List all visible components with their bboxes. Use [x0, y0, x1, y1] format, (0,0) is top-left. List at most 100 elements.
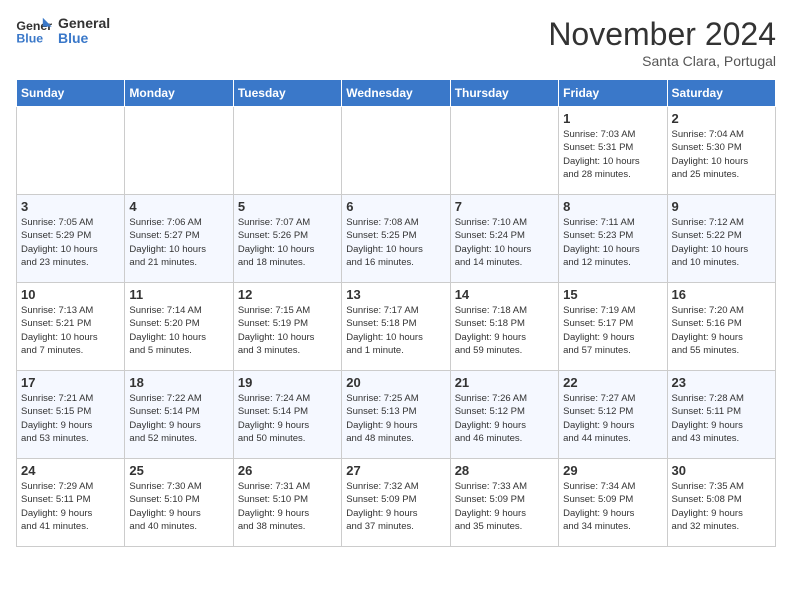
- day-number: 2: [672, 111, 771, 126]
- calendar-cell: [17, 107, 125, 195]
- day-info: Sunrise: 7:31 AM Sunset: 5:10 PM Dayligh…: [238, 480, 337, 533]
- weekday-header-sunday: Sunday: [17, 80, 125, 107]
- calendar-cell: 30 Sunrise: 7:35 AM Sunset: 5:08 PM Dayli…: [667, 459, 775, 547]
- day-info: Sunrise: 7:08 AM Sunset: 5:25 PM Dayligh…: [346, 216, 445, 269]
- day-info: Sunrise: 7:27 AM Sunset: 5:12 PM Dayligh…: [563, 392, 662, 445]
- day-info: Sunrise: 7:29 AM Sunset: 5:11 PM Dayligh…: [21, 480, 120, 533]
- day-number: 23: [672, 375, 771, 390]
- day-number: 19: [238, 375, 337, 390]
- calendar-cell: 4 Sunrise: 7:06 AM Sunset: 5:27 PM Daylig…: [125, 195, 233, 283]
- day-info: Sunrise: 7:21 AM Sunset: 5:15 PM Dayligh…: [21, 392, 120, 445]
- calendar-cell: 5 Sunrise: 7:07 AM Sunset: 5:26 PM Daylig…: [233, 195, 341, 283]
- calendar-cell: 3Sunrise: 7:05 AM Sunset: 5:29 PM Daylig…: [17, 195, 125, 283]
- day-number: 15: [563, 287, 662, 302]
- day-info: Sunrise: 7:14 AM Sunset: 5:20 PM Dayligh…: [129, 304, 228, 357]
- day-number: 8: [563, 199, 662, 214]
- calendar-cell: 1 Sunrise: 7:03 AM Sunset: 5:31 PM Daylig…: [559, 107, 667, 195]
- day-info: Sunrise: 7:30 AM Sunset: 5:10 PM Dayligh…: [129, 480, 228, 533]
- weekday-header-row: SundayMondayTuesdayWednesdayThursdayFrid…: [17, 80, 776, 107]
- calendar-cell: 13Sunrise: 7:17 AM Sunset: 5:18 PM Dayli…: [342, 283, 450, 371]
- calendar-cell: 17Sunrise: 7:21 AM Sunset: 5:15 PM Dayli…: [17, 371, 125, 459]
- calendar-cell: 16Sunrise: 7:20 AM Sunset: 5:16 PM Dayli…: [667, 283, 775, 371]
- day-info: Sunrise: 7:24 AM Sunset: 5:14 PM Dayligh…: [238, 392, 337, 445]
- calendar-table: SundayMondayTuesdayWednesdayThursdayFrid…: [16, 79, 776, 547]
- day-number: 11: [129, 287, 228, 302]
- calendar-cell: 28 Sunrise: 7:33 AM Sunset: 5:09 PM Dayli…: [450, 459, 558, 547]
- day-info: Sunrise: 7:06 AM Sunset: 5:27 PM Dayligh…: [129, 216, 228, 269]
- week-row-2: 3Sunrise: 7:05 AM Sunset: 5:29 PM Daylig…: [17, 195, 776, 283]
- day-info: Sunrise: 7:10 AM Sunset: 5:24 PM Dayligh…: [455, 216, 554, 269]
- calendar-cell: 27 Sunrise: 7:32 AM Sunset: 5:09 PM Dayli…: [342, 459, 450, 547]
- calendar-cell: 7Sunrise: 7:10 AM Sunset: 5:24 PM Daylig…: [450, 195, 558, 283]
- weekday-header-wednesday: Wednesday: [342, 80, 450, 107]
- week-row-4: 17Sunrise: 7:21 AM Sunset: 5:15 PM Dayli…: [17, 371, 776, 459]
- week-row-5: 24 Sunrise: 7:29 AM Sunset: 5:11 PM Dayli…: [17, 459, 776, 547]
- day-info: Sunrise: 7:13 AM Sunset: 5:21 PM Dayligh…: [21, 304, 120, 357]
- day-number: 28: [455, 463, 554, 478]
- day-info: Sunrise: 7:04 AM Sunset: 5:30 PM Dayligh…: [672, 128, 771, 181]
- month-title: November 2024: [548, 16, 776, 53]
- weekday-header-saturday: Saturday: [667, 80, 775, 107]
- calendar-cell: [342, 107, 450, 195]
- day-info: Sunrise: 7:19 AM Sunset: 5:17 PM Dayligh…: [563, 304, 662, 357]
- weekday-header-tuesday: Tuesday: [233, 80, 341, 107]
- day-info: Sunrise: 7:22 AM Sunset: 5:14 PM Dayligh…: [129, 392, 228, 445]
- calendar-cell: [125, 107, 233, 195]
- calendar-cell: 10 Sunrise: 7:13 AM Sunset: 5:21 PM Dayli…: [17, 283, 125, 371]
- calendar-cell: [233, 107, 341, 195]
- day-number: 29: [563, 463, 662, 478]
- calendar-cell: 26 Sunrise: 7:31 AM Sunset: 5:10 PM Dayli…: [233, 459, 341, 547]
- day-number: 9: [672, 199, 771, 214]
- day-number: 27: [346, 463, 445, 478]
- day-info: Sunrise: 7:35 AM Sunset: 5:08 PM Dayligh…: [672, 480, 771, 533]
- calendar-cell: 9 Sunrise: 7:12 AM Sunset: 5:22 PM Daylig…: [667, 195, 775, 283]
- weekday-header-thursday: Thursday: [450, 80, 558, 107]
- weekday-header-friday: Friday: [559, 80, 667, 107]
- day-number: 21: [455, 375, 554, 390]
- week-row-1: 1 Sunrise: 7:03 AM Sunset: 5:31 PM Daylig…: [17, 107, 776, 195]
- day-number: 10: [21, 287, 120, 302]
- title-block: November 2024 Santa Clara, Portugal: [548, 16, 776, 69]
- calendar-cell: 6Sunrise: 7:08 AM Sunset: 5:25 PM Daylig…: [342, 195, 450, 283]
- calendar-cell: 12Sunrise: 7:15 AM Sunset: 5:19 PM Dayli…: [233, 283, 341, 371]
- week-row-3: 10 Sunrise: 7:13 AM Sunset: 5:21 PM Dayli…: [17, 283, 776, 371]
- day-info: Sunrise: 7:15 AM Sunset: 5:19 PM Dayligh…: [238, 304, 337, 357]
- logo-icon: General Blue: [16, 16, 52, 46]
- day-info: Sunrise: 7:25 AM Sunset: 5:13 PM Dayligh…: [346, 392, 445, 445]
- calendar-body: 1 Sunrise: 7:03 AM Sunset: 5:31 PM Daylig…: [17, 107, 776, 547]
- calendar-cell: 19 Sunrise: 7:24 AM Sunset: 5:14 PM Dayli…: [233, 371, 341, 459]
- logo-line1: General: [58, 16, 110, 31]
- day-number: 25: [129, 463, 228, 478]
- calendar-cell: 23 Sunrise: 7:28 AM Sunset: 5:11 PM Dayli…: [667, 371, 775, 459]
- calendar-cell: 18 Sunrise: 7:22 AM Sunset: 5:14 PM Dayli…: [125, 371, 233, 459]
- day-info: Sunrise: 7:32 AM Sunset: 5:09 PM Dayligh…: [346, 480, 445, 533]
- day-number: 24: [21, 463, 120, 478]
- day-number: 1: [563, 111, 662, 126]
- weekday-header-monday: Monday: [125, 80, 233, 107]
- day-info: Sunrise: 7:07 AM Sunset: 5:26 PM Dayligh…: [238, 216, 337, 269]
- calendar-cell: 25 Sunrise: 7:30 AM Sunset: 5:10 PM Dayli…: [125, 459, 233, 547]
- day-info: Sunrise: 7:26 AM Sunset: 5:12 PM Dayligh…: [455, 392, 554, 445]
- logo-line2: Blue: [58, 31, 88, 46]
- day-number: 16: [672, 287, 771, 302]
- day-number: 4: [129, 199, 228, 214]
- day-number: 5: [238, 199, 337, 214]
- day-info: Sunrise: 7:12 AM Sunset: 5:22 PM Dayligh…: [672, 216, 771, 269]
- day-number: 26: [238, 463, 337, 478]
- day-number: 30: [672, 463, 771, 478]
- day-info: Sunrise: 7:18 AM Sunset: 5:18 PM Dayligh…: [455, 304, 554, 357]
- calendar-cell: 22Sunrise: 7:27 AM Sunset: 5:12 PM Dayli…: [559, 371, 667, 459]
- day-info: Sunrise: 7:03 AM Sunset: 5:31 PM Dayligh…: [563, 128, 662, 181]
- calendar-cell: 8 Sunrise: 7:11 AM Sunset: 5:23 PM Daylig…: [559, 195, 667, 283]
- day-number: 18: [129, 375, 228, 390]
- calendar-cell: 21 Sunrise: 7:26 AM Sunset: 5:12 PM Dayli…: [450, 371, 558, 459]
- page-header: General Blue General Blue November 2024 …: [16, 16, 776, 69]
- day-number: 14: [455, 287, 554, 302]
- day-info: Sunrise: 7:17 AM Sunset: 5:18 PM Dayligh…: [346, 304, 445, 357]
- day-info: Sunrise: 7:11 AM Sunset: 5:23 PM Dayligh…: [563, 216, 662, 269]
- day-info: Sunrise: 7:28 AM Sunset: 5:11 PM Dayligh…: [672, 392, 771, 445]
- calendar-cell: [450, 107, 558, 195]
- calendar-cell: 24 Sunrise: 7:29 AM Sunset: 5:11 PM Dayli…: [17, 459, 125, 547]
- calendar-cell: 15 Sunrise: 7:19 AM Sunset: 5:17 PM Dayli…: [559, 283, 667, 371]
- day-info: Sunrise: 7:33 AM Sunset: 5:09 PM Dayligh…: [455, 480, 554, 533]
